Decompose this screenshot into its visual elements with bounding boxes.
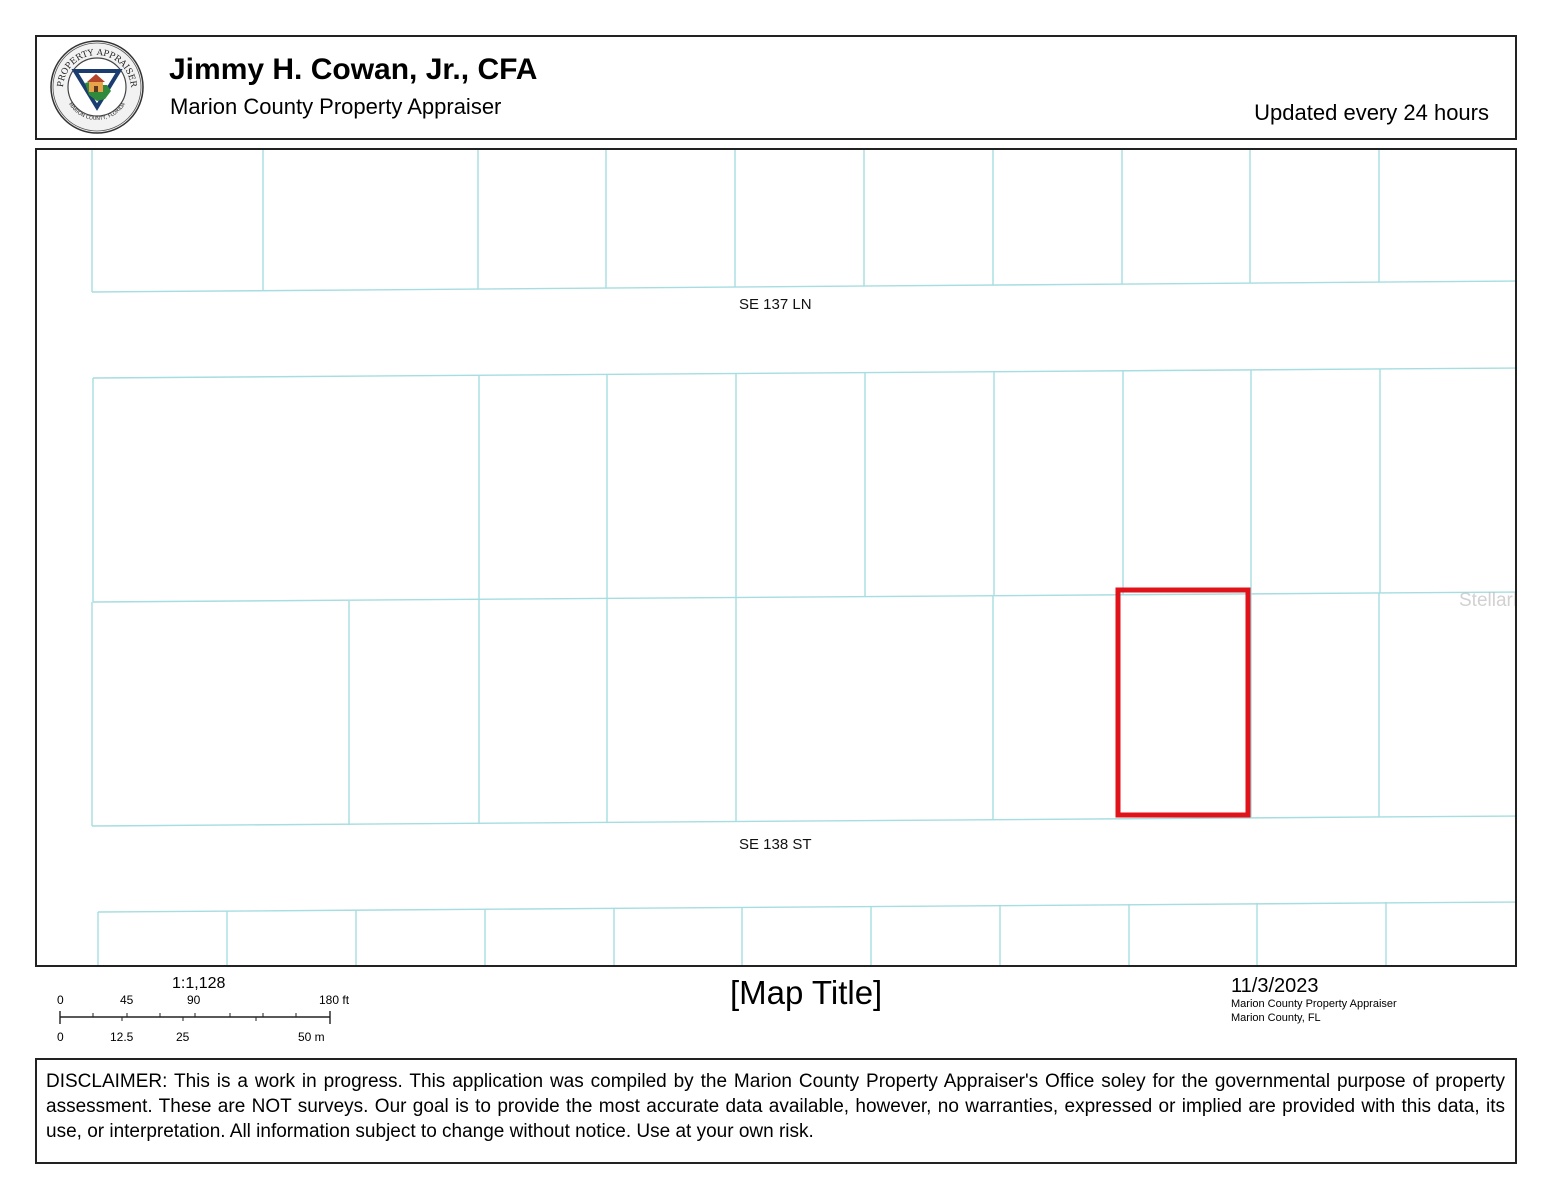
scale-tick-feet-0: 0 bbox=[57, 993, 64, 1007]
scale-tick-meters-25: 25 bbox=[176, 1030, 190, 1044]
header-panel: PROPERTY APPRAISER MARION COUNTY, FLORID… bbox=[35, 35, 1517, 140]
map-title: [Map Title] bbox=[730, 974, 883, 1011]
credit-office: Marion County Property Appraiser bbox=[1231, 998, 1397, 1010]
street-label-se-137-ln: SE 137 LN bbox=[739, 296, 812, 313]
stellarmls-watermark: StellarMLS bbox=[1459, 590, 1515, 611]
scale-tick-meters-12-5: 12.5 bbox=[110, 1030, 134, 1044]
scale-tick-feet-90: 90 bbox=[187, 993, 201, 1007]
scale-tick-feet-180: 180 ft bbox=[319, 993, 350, 1007]
disclaimer-text: DISCLAIMER: This is a work in progress. … bbox=[35, 1058, 1517, 1164]
update-note: Updated every 24 hours bbox=[1254, 100, 1489, 125]
appraiser-name: Jimmy H. Cowan, Jr., CFA bbox=[169, 53, 538, 86]
street-label-se-138-st: SE 138 ST bbox=[739, 836, 812, 853]
property-appraiser-seal-logo: PROPERTY APPRAISER MARION COUNTY, FLORID… bbox=[50, 40, 144, 134]
scale-tick-meters-50: 50 m bbox=[298, 1030, 325, 1044]
credit-location: Marion County, FL bbox=[1231, 1012, 1321, 1024]
subject-parcel-highlight[interactable] bbox=[1115, 587, 1251, 818]
office-name: Marion County Property Appraiser bbox=[170, 94, 502, 119]
scale-tick-meters-0: 0 bbox=[57, 1030, 64, 1044]
print-date: 11/3/2023 bbox=[1231, 975, 1319, 997]
map-view[interactable]: SE 137 LN SE 138 ST StellarMLS bbox=[35, 148, 1517, 967]
scale-tick-feet-45: 45 bbox=[120, 993, 134, 1007]
